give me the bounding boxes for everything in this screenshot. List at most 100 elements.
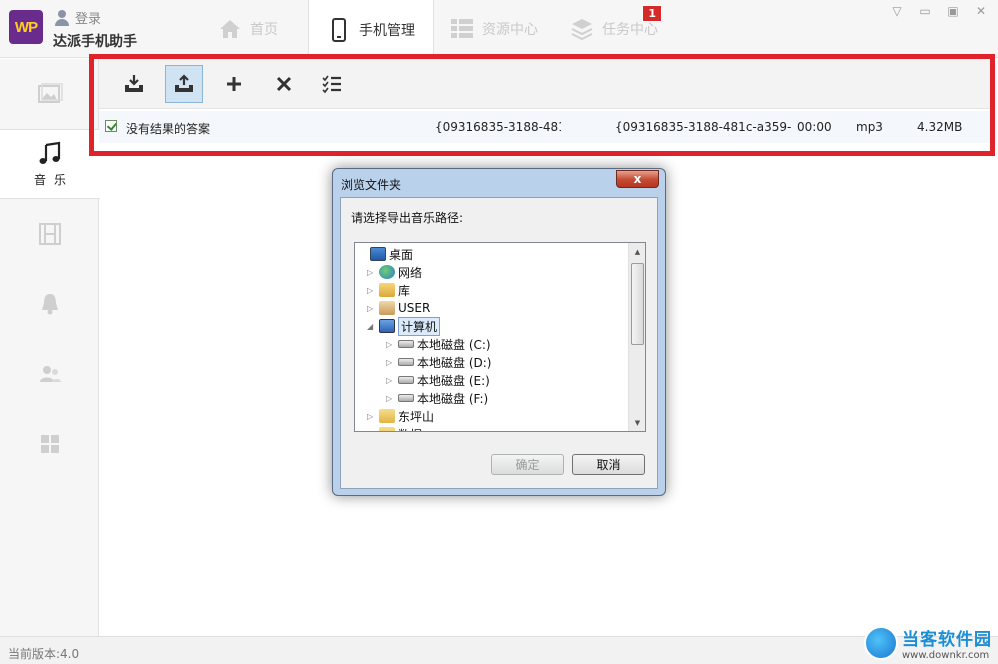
folder-icon xyxy=(379,427,395,431)
tree-item-label: 计算机 xyxy=(398,316,441,336)
expand-arrow-icon[interactable]: ▷ xyxy=(367,304,377,313)
film-icon xyxy=(38,223,61,245)
expand-arrow-icon[interactable]: ▷ xyxy=(367,412,377,421)
dialog-title: 浏览文件夹 xyxy=(341,178,402,192)
photo-icon xyxy=(37,83,63,103)
sidebar-item-photos[interactable] xyxy=(0,59,99,129)
scroll-down-icon[interactable]: ▼ xyxy=(629,414,645,431)
top-bar: WP 登录 达派手机助手 首页 手机管理 资源中心 任务中心 1 ▽ ▭ ▣ ✕ xyxy=(0,0,998,59)
tree-item[interactable]: ▷ USER xyxy=(367,299,430,317)
tree-item[interactable]: ▷ 库 xyxy=(367,281,410,299)
tab-task-center[interactable]: 任务中心 1 xyxy=(554,0,674,58)
tree-item[interactable]: ▷ 本地磁盘 (E:) xyxy=(386,371,490,389)
expand-arrow-icon[interactable]: ▷ xyxy=(386,376,396,385)
login-link[interactable]: 登录 xyxy=(54,8,101,27)
browse-folder-dialog: 浏览文件夹 x 请选择导出音乐路径: 数据▷东坪山▷本地磁盘 (F:)▷本地磁盘… xyxy=(332,168,666,496)
watermark-logo-icon xyxy=(864,626,898,660)
tree-item-label: 桌面 xyxy=(389,247,414,262)
window-controls: ▽ ▭ ▣ ✕ xyxy=(888,4,990,18)
tree-item[interactable]: ▷ 东坪山 xyxy=(367,407,434,425)
dialog-close-button[interactable]: x xyxy=(616,170,659,188)
app-logo: WP xyxy=(9,10,43,44)
login-label: 登录 xyxy=(75,12,102,27)
tab-resource-center-label: 资源中心 xyxy=(482,22,538,38)
tree-item[interactable]: ▷ 本地磁盘 (F:) xyxy=(386,389,488,407)
annotation-highlight-box xyxy=(89,54,995,156)
watermark-name: 当客软件园 xyxy=(902,630,992,650)
expand-arrow-icon[interactable]: ▷ xyxy=(367,268,377,277)
dialog-body: 请选择导出音乐路径: 数据▷东坪山▷本地磁盘 (F:)▷本地磁盘 (E:)▷本地… xyxy=(340,197,658,489)
app-name: 达派手机助手 xyxy=(53,34,137,50)
sidebar-item-contacts[interactable] xyxy=(0,339,99,409)
tree-item-label: 本地磁盘 (D:) xyxy=(417,355,492,370)
tab-phone-manage-label: 手机管理 xyxy=(359,22,415,39)
close-icon[interactable]: ✕ xyxy=(972,4,990,18)
tree-item-label: 网络 xyxy=(398,265,423,280)
sidebar-item-music-label: 音乐 xyxy=(33,172,74,187)
desktop-icon xyxy=(370,247,386,261)
watermark-text: 当客软件园 www.downkr.com xyxy=(902,625,992,661)
expand-arrow-icon[interactable]: ▷ xyxy=(367,286,377,295)
music-icon xyxy=(39,141,61,164)
expand-arrow-icon[interactable]: ▷ xyxy=(386,394,396,403)
tab-task-center-label: 任务中心 xyxy=(602,22,658,38)
expand-arrow-icon[interactable]: ◢ xyxy=(367,322,377,331)
nav-tabs: 首页 手机管理 资源中心 任务中心 1 xyxy=(188,0,674,59)
restore-icon[interactable]: ▣ xyxy=(944,4,962,18)
grid-icon xyxy=(451,19,473,38)
tree-item-label: 数据 xyxy=(398,426,422,432)
folder-icon xyxy=(379,409,395,423)
net-icon xyxy=(379,265,395,279)
tree-item-label: 本地磁盘 (C:) xyxy=(417,337,491,352)
apps-icon xyxy=(40,435,59,453)
tree-item[interactable]: 桌面 xyxy=(358,245,413,263)
tab-phone-manage[interactable]: 手机管理 xyxy=(308,0,434,59)
tab-home-label: 首页 xyxy=(250,22,278,38)
expand-arrow-icon[interactable]: ▷ xyxy=(386,358,396,367)
folder-tree[interactable]: 数据▷东坪山▷本地磁盘 (F:)▷本地磁盘 (E:)▷本地磁盘 (D:)▷本地磁… xyxy=(354,242,646,432)
tree-item[interactable]: ▷ 本地磁盘 (C:) xyxy=(386,335,491,353)
tree-item-label: USER xyxy=(398,301,431,315)
dialog-prompt: 请选择导出音乐路径: xyxy=(351,211,464,225)
sidebar-item-ringtones[interactable] xyxy=(0,269,99,339)
ok-button[interactable]: 确定 xyxy=(491,454,564,475)
tree-item-label: 本地磁盘 (E:) xyxy=(417,373,490,388)
tree-item[interactable]: ▷ 本地磁盘 (D:) xyxy=(386,353,491,371)
tab-home[interactable]: 首页 xyxy=(188,0,308,58)
scroll-up-icon[interactable]: ▲ xyxy=(629,243,645,260)
tab-resource-center[interactable]: 资源中心 xyxy=(434,0,554,58)
watermark-url: www.downkr.com xyxy=(902,650,990,661)
tree-item-label: 东坪山 xyxy=(398,409,435,424)
task-count-badge: 1 xyxy=(642,5,662,22)
user-icon xyxy=(379,301,395,315)
sidebar: 音乐 xyxy=(0,59,100,636)
close-icon: x xyxy=(633,172,642,186)
drive-icon xyxy=(398,340,414,348)
home-icon xyxy=(220,20,240,38)
drive-icon xyxy=(398,394,414,402)
user-icon xyxy=(54,9,70,26)
drive-icon xyxy=(398,376,414,384)
tree-item[interactable]: ▷ 网络 xyxy=(367,263,422,281)
sidebar-item-videos[interactable] xyxy=(0,199,99,269)
stack-icon xyxy=(571,19,593,41)
drive-icon xyxy=(398,358,414,366)
phone-icon xyxy=(332,17,346,42)
version-label: 当前版本:4.0 xyxy=(8,647,80,661)
contacts-icon xyxy=(39,366,61,382)
expand-arrow-icon[interactable]: ▷ xyxy=(386,340,396,349)
sidebar-item-music[interactable]: 音乐 xyxy=(0,129,100,199)
scroll-thumb[interactable] xyxy=(631,263,644,345)
status-bar: 当前版本:4.0 当客软件园 www.downkr.com xyxy=(0,626,998,664)
minimize-icon[interactable]: ▭ xyxy=(916,4,934,18)
tree-item-label: 本地磁盘 (F:) xyxy=(417,391,489,406)
pc-icon xyxy=(379,319,395,333)
tree-item-label: 库 xyxy=(398,283,411,298)
cancel-button[interactable]: 取消 xyxy=(572,454,645,475)
dropdown-icon[interactable]: ▽ xyxy=(888,4,906,18)
tree-item[interactable]: ◢ 计算机 xyxy=(367,316,441,336)
tree-scrollbar[interactable]: ▲ ▼ xyxy=(628,243,645,431)
tree-item[interactable]: 数据 xyxy=(367,425,422,432)
watermark: 当客软件园 www.downkr.com xyxy=(864,625,992,661)
sidebar-item-apps[interactable] xyxy=(0,409,99,479)
